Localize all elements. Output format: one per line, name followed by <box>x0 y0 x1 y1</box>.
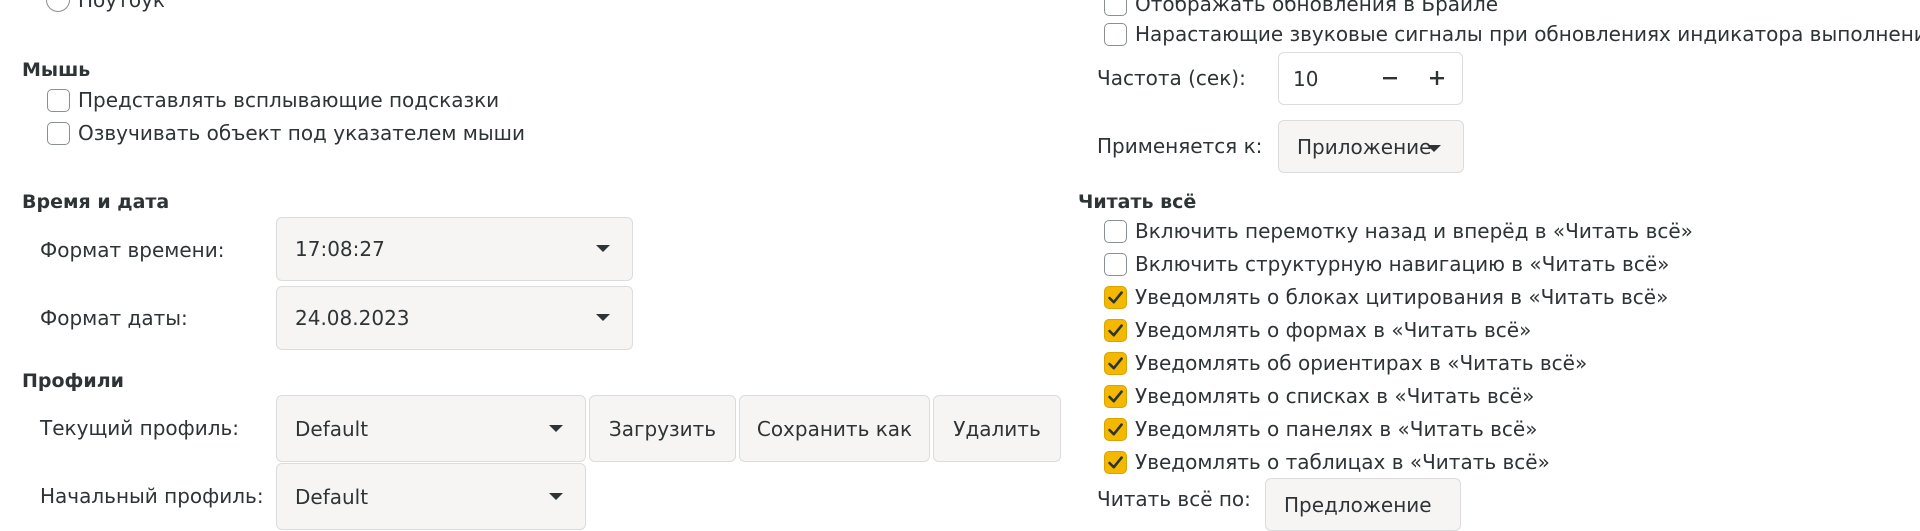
chevron-down-icon <box>549 424 563 432</box>
plus-icon[interactable] <box>1422 63 1452 93</box>
applies-to-value: Приложение <box>1297 134 1432 159</box>
current-profile-value: Default <box>295 416 369 441</box>
checkmark-icon <box>1108 324 1123 337</box>
say-all-lists-checkbox[interactable] <box>1104 385 1127 408</box>
chevron-down-icon <box>596 314 610 321</box>
frequency-label: Частота (сек): <box>1097 66 1246 90</box>
progress-beeps-checkbox[interactable] <box>1104 23 1127 46</box>
date-format-combo[interactable]: 24.08.2023 <box>276 286 633 350</box>
say-all-landmarks-label: Уведомлять об ориентирах в «Читать всё» <box>1135 351 1588 375</box>
say-all-by-dropdown[interactable]: Предложение <box>1265 478 1461 531</box>
say-all-forms-label: Уведомлять о формах в «Читать всё» <box>1135 318 1532 342</box>
date-format-label: Формат даты: <box>40 306 188 330</box>
applies-to-label: Применяется к: <box>1097 134 1263 158</box>
delete-profile-button[interactable]: Удалить <box>933 395 1061 462</box>
tooltips-checkbox[interactable] <box>47 89 70 112</box>
start-profile-combo[interactable]: Default <box>276 463 586 530</box>
date-format-value: 24.08.2023 <box>295 306 410 330</box>
checkmark-icon <box>1108 357 1123 370</box>
tooltips-checkbox-label: Представлять всплывающие подсказки <box>78 88 500 112</box>
braille-updates-checkbox-label: Отображать обновления в Брайле <box>1135 0 1499 16</box>
time-format-label: Формат времени: <box>40 238 225 262</box>
say-all-rewind-forward-checkbox[interactable] <box>1104 220 1127 243</box>
laptop-radio-label: Ноутбук <box>78 0 166 12</box>
say-all-by-value: Предложение <box>1284 492 1432 517</box>
time-format-value: 17:08:27 <box>295 237 385 261</box>
say-all-structural-nav-checkbox[interactable] <box>1104 253 1127 276</box>
time-format-combo[interactable]: 17:08:27 <box>276 217 633 281</box>
mouse-heading: Мышь <box>22 59 91 81</box>
checkmark-icon <box>1108 423 1123 436</box>
load-profile-button[interactable]: Загрузить <box>589 395 736 462</box>
say-all-blockquotes-label: Уведомлять о блоках цитирования в «Читат… <box>1135 285 1669 309</box>
speak-under-pointer-checkbox[interactable] <box>47 122 70 145</box>
say-all-blockquotes-checkbox[interactable] <box>1104 286 1127 309</box>
checkmark-icon <box>1108 456 1123 469</box>
say-all-panels-label: Уведомлять о панелях в «Читать всё» <box>1135 417 1538 441</box>
minus-icon[interactable] <box>1375 63 1405 93</box>
applies-to-dropdown[interactable]: Приложение <box>1278 120 1464 173</box>
save-profile-as-button-label: Сохранить как <box>756 416 913 441</box>
start-profile-label: Начальный профиль: <box>40 484 264 508</box>
profiles-heading: Профили <box>22 370 124 392</box>
chevron-down-icon <box>549 492 563 500</box>
chevron-down-icon <box>1427 145 1441 152</box>
say-all-heading: Читать всё <box>1078 191 1197 213</box>
say-all-by-label: Читать всё по: <box>1097 487 1251 511</box>
say-all-tables-checkbox[interactable] <box>1104 451 1127 474</box>
start-profile-value: Default <box>295 484 369 509</box>
say-all-rewind-forward-label: Включить перемотку назад и вперёд в «Чит… <box>1135 219 1693 243</box>
chevron-down-icon <box>596 245 610 252</box>
checkmark-icon <box>1108 291 1123 304</box>
braille-updates-checkbox[interactable] <box>1104 0 1127 16</box>
current-profile-label: Текущий профиль: <box>40 416 240 440</box>
say-all-forms-checkbox[interactable] <box>1104 319 1127 342</box>
say-all-lists-label: Уведомлять о списках в «Читать всё» <box>1135 384 1535 408</box>
checkmark-icon <box>1108 390 1123 403</box>
frequency-spinbutton[interactable]: 10 <box>1278 52 1463 105</box>
say-all-tables-label: Уведомлять о таблицах в «Читать всё» <box>1135 450 1550 474</box>
load-profile-button-label: Загрузить <box>608 416 717 441</box>
say-all-structural-nav-label: Включить структурную навигацию в «Читать… <box>1135 252 1670 276</box>
frequency-value[interactable]: 10 <box>1293 67 1318 91</box>
current-profile-combo[interactable]: Default <box>276 395 586 462</box>
laptop-radio[interactable] <box>46 0 70 12</box>
speak-under-pointer-checkbox-label: Озвучивать объект под указателем мыши <box>78 121 525 145</box>
datetime-heading: Время и дата <box>22 191 170 213</box>
save-profile-as-button[interactable]: Сохранить как <box>739 395 930 462</box>
delete-profile-button-label: Удалить <box>953 416 1041 441</box>
say-all-panels-checkbox[interactable] <box>1104 418 1127 441</box>
progress-beeps-checkbox-label: Нарастающие звуковые сигналы при обновле… <box>1135 22 1920 46</box>
say-all-landmarks-checkbox[interactable] <box>1104 352 1127 375</box>
